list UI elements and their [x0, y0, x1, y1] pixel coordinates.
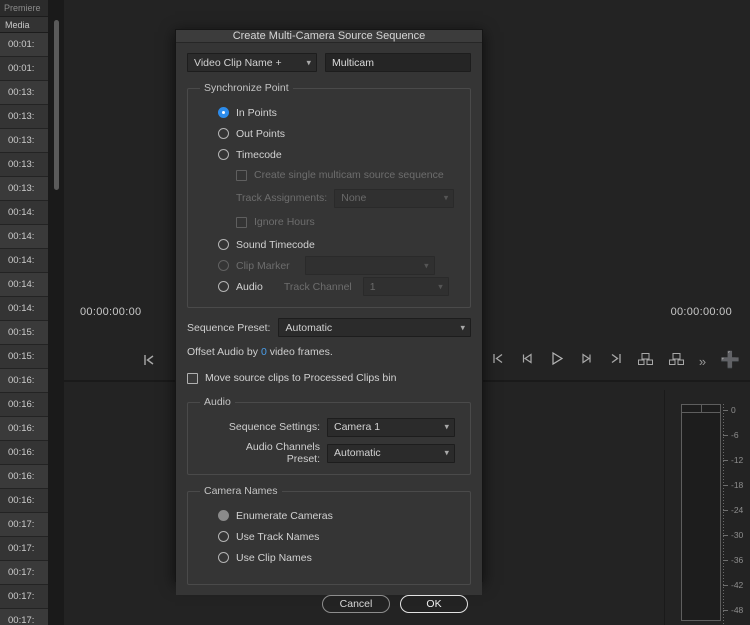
camera-names-group: Camera Names Enumerate Cameras Use Track… — [187, 485, 471, 585]
chevron-down-icon: ▾ — [444, 422, 449, 433]
synchronize-point-legend: Synchronize Point — [200, 82, 293, 94]
radio-icon-use-track-names — [218, 531, 229, 542]
radio-label-clip-marker: Clip Marker — [236, 260, 290, 272]
dialog-buttons: Cancel OK — [176, 595, 482, 619]
chevron-down-icon: ▾ — [444, 193, 449, 204]
radio-audio[interactable]: Audio Track Channel 1 ▾ — [218, 276, 460, 297]
sequence-preset-value: Automatic — [285, 322, 332, 334]
radio-clip-marker[interactable]: Clip Marker ▾ — [218, 255, 460, 276]
radio-label-timecode: Timecode — [236, 149, 282, 161]
sequence-settings-label: Sequence Settings: — [216, 421, 320, 433]
chevron-down-icon: ▾ — [306, 57, 311, 68]
chevron-down-icon: ▾ — [460, 322, 465, 333]
camera-names-legend: Camera Names — [200, 485, 282, 497]
track-channel-select[interactable]: 1 ▾ — [363, 277, 449, 296]
radio-icon-enumerate-cameras — [218, 510, 229, 521]
chevron-down-icon: ▾ — [444, 448, 449, 459]
checkbox-label-move-source-clips: Move source clips to Processed Clips bin — [205, 372, 396, 384]
name-preset-select[interactable]: Video Clip Name + ▾ — [187, 53, 317, 72]
radio-label-enumerate-cameras: Enumerate Cameras — [236, 510, 333, 522]
offset-audio-value[interactable]: 0 — [261, 346, 267, 358]
radio-sound-timecode[interactable]: Sound Timecode — [218, 234, 460, 255]
audio-channels-preset-row: Audio Channels Preset: Automatic ▾ — [216, 442, 460, 464]
checkbox-create-single-multicam[interactable]: Create single multicam source sequence — [236, 165, 460, 185]
dialog-title: Create Multi-Camera Source Sequence — [176, 30, 482, 43]
synchronize-point-group: Synchronize Point In Points Out Points T… — [187, 82, 471, 308]
audio-channels-preset-label: Audio Channels Preset: — [216, 441, 320, 465]
radio-label-sound-timecode: Sound Timecode — [236, 239, 315, 251]
offset-audio-prefix: Offset Audio by — [187, 346, 258, 358]
checkbox-label-ignore-hours: Ignore Hours — [254, 216, 315, 228]
audio-group-legend: Audio — [200, 396, 235, 408]
create-multicam-dialog: Create Multi-Camera Source Sequence Vide… — [175, 29, 483, 582]
ok-button[interactable]: OK — [400, 595, 468, 613]
name-row: Video Clip Name + ▾ Multicam — [187, 53, 471, 72]
radio-label-use-track-names: Use Track Names — [236, 531, 319, 543]
checkbox-icon-move-source-clips — [187, 373, 198, 384]
track-assignments-value: None — [341, 192, 366, 204]
radio-label-use-clip-names: Use Clip Names — [236, 552, 312, 564]
cancel-button[interactable]: Cancel — [322, 595, 390, 613]
checkbox-move-source-clips[interactable]: Move source clips to Processed Clips bin — [187, 368, 471, 388]
track-channel-label: Track Channel — [284, 281, 352, 293]
radio-use-clip-names[interactable]: Use Clip Names — [218, 547, 460, 568]
checkbox-icon-ignore-hours — [236, 217, 247, 228]
radio-enumerate-cameras[interactable]: Enumerate Cameras — [218, 505, 460, 526]
radio-icon-sound-timecode — [218, 239, 229, 250]
radio-out-points[interactable]: Out Points — [218, 123, 460, 144]
modal-overlay: Create Multi-Camera Source Sequence Vide… — [0, 0, 750, 625]
offset-audio-row: Offset Audio by 0 video frames. — [187, 346, 471, 358]
sequence-name-input[interactable]: Multicam — [325, 53, 471, 72]
sequence-preset-row: Sequence Preset: Automatic ▾ — [187, 318, 471, 337]
sequence-settings-value: Camera 1 — [334, 421, 380, 433]
audio-channels-preset-value: Automatic — [334, 447, 381, 459]
radio-icon-out-points — [218, 128, 229, 139]
checkbox-icon-create-single — [236, 170, 247, 181]
track-assignments-select[interactable]: None ▾ — [334, 189, 454, 208]
sequence-preset-select[interactable]: Automatic ▾ — [278, 318, 471, 337]
offset-audio-suffix: video frames. — [270, 346, 333, 358]
radio-icon-clip-marker — [218, 260, 229, 271]
sequence-settings-select[interactable]: Camera 1 ▾ — [327, 418, 455, 437]
audio-channels-preset-select[interactable]: Automatic ▾ — [327, 444, 455, 463]
radio-label-out-points: Out Points — [236, 128, 285, 140]
sequence-preset-label: Sequence Preset: — [187, 322, 270, 334]
audio-group: Audio Sequence Settings: Camera 1 ▾ Audi… — [187, 396, 471, 475]
track-assignments-row: Track Assignments: None ▾ — [236, 187, 460, 209]
radio-label-in-points: In Points — [236, 107, 277, 119]
premiere-pro-window: Premiere Media 00:01:00:01:00:13:00:13:0… — [0, 0, 750, 625]
radio-use-track-names[interactable]: Use Track Names — [218, 526, 460, 547]
dialog-body: Video Clip Name + ▾ Multicam Synchronize… — [176, 43, 482, 595]
radio-icon-use-clip-names — [218, 552, 229, 563]
checkbox-label-create-single: Create single multicam source sequence — [254, 169, 444, 181]
radio-icon-in-points — [218, 107, 229, 118]
checkbox-ignore-hours[interactable]: Ignore Hours — [236, 212, 460, 232]
radio-icon-audio — [218, 281, 229, 292]
radio-label-audio: Audio — [236, 281, 263, 293]
radio-in-points[interactable]: In Points — [218, 102, 460, 123]
clip-marker-select[interactable]: ▾ — [305, 256, 435, 275]
sequence-settings-row: Sequence Settings: Camera 1 ▾ — [216, 416, 460, 438]
chevron-down-icon: ▾ — [424, 260, 429, 271]
name-preset-value: Video Clip Name + — [194, 57, 282, 69]
radio-timecode[interactable]: Timecode — [218, 144, 460, 165]
track-assignments-label: Track Assignments: — [236, 192, 327, 204]
chevron-down-icon: ▾ — [438, 281, 443, 292]
radio-icon-timecode — [218, 149, 229, 160]
track-channel-value: 1 — [370, 281, 376, 293]
